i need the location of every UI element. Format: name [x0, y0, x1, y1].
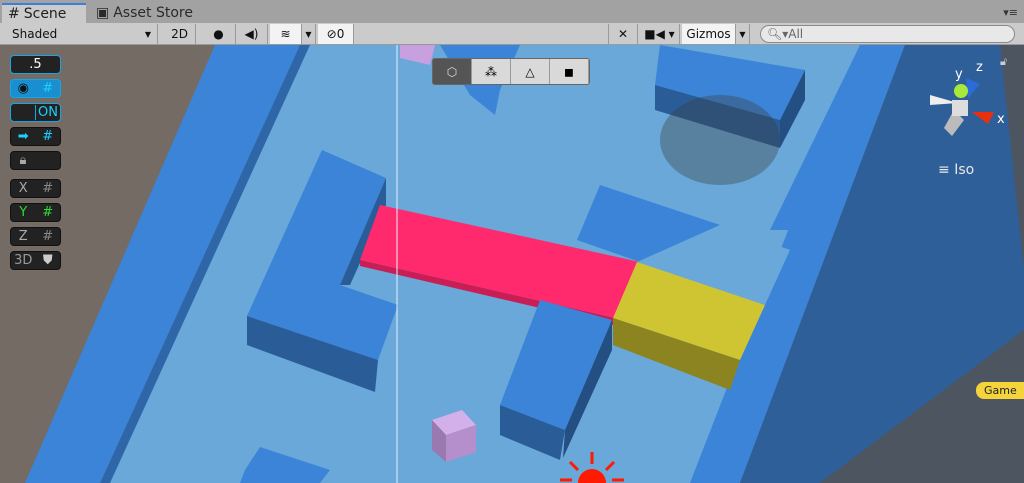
move-grid-toggle[interactable]: ➡ # — [10, 127, 61, 146]
speaker-icon: ◀) — [244, 27, 259, 41]
layers-icon: ≋ — [280, 27, 291, 41]
tab-scene[interactable]: # Scene — [2, 3, 86, 23]
grid-icon: # — [42, 205, 54, 220]
game-object-label[interactable]: Game — [976, 382, 1024, 399]
grid-icon: # — [42, 129, 54, 144]
audio-toggle[interactable]: ◀) — [236, 24, 268, 44]
edge-tool[interactable]: △ — [511, 59, 550, 84]
cube-tool[interactable]: ⬡ — [433, 59, 472, 84]
tab-asset-store[interactable]: ▣ Asset Store — [90, 3, 199, 23]
shield-icon: ⛊ — [42, 253, 53, 268]
gizmo-z-label: z — [976, 60, 983, 75]
triangle-icon: △ — [525, 64, 535, 79]
snap-value-field[interactable]: .5 — [10, 55, 61, 74]
search-icon: 🔍︎▾ — [767, 27, 789, 41]
arrow-right-icon: ➡ — [17, 129, 29, 144]
store-icon: ▣ — [96, 5, 110, 21]
lock-icon: 🔒︎ — [19, 153, 27, 168]
effects-toggle[interactable]: ≋ — [270, 24, 302, 44]
grid-icon: # — [8, 6, 20, 22]
on-toggle[interactable]: ON — [10, 103, 61, 122]
face-icon: ◼ — [564, 64, 574, 79]
hidden-objects-toggle[interactable]: ⊘ 0 — [318, 24, 354, 44]
lock-toggle[interactable]: 🔒︎ — [10, 151, 61, 170]
x-grid-toggle[interactable]: X # — [10, 179, 61, 198]
grid-icon: # — [42, 181, 54, 196]
camera-icon: ■◀ ▾ — [644, 27, 675, 41]
vertices-icon: ⁂ — [485, 64, 497, 79]
projection-toggle[interactable]: ≡ Iso — [938, 162, 974, 178]
lightbulb-icon: ● — [213, 27, 224, 41]
gizmos-dropdown[interactable]: ▼ — [736, 24, 750, 44]
cube-icon: ⬡ — [446, 64, 458, 79]
scene-toolbar: Shaded ▼ 2D ● ◀) ≋ ▼ ⊘ 0 ✕ ■◀ ▾ Gizmos ▼ 🔍… — [0, 23, 1024, 45]
z-grid-toggle[interactable]: Z # — [10, 227, 61, 246]
tools-button[interactable]: ✕ — [608, 24, 638, 44]
wrench-icon: ✕ — [617, 27, 629, 41]
eye-icon: ◉ — [17, 81, 29, 96]
search-input[interactable]: 🔍︎▾ All — [760, 25, 1015, 43]
shading-mode-dropdown[interactable]: Shaded ▼ — [6, 24, 158, 44]
gizmo-y-label: y — [955, 67, 963, 82]
grid-icon: # — [42, 81, 54, 96]
3d-toggle[interactable]: 3D ⛊ — [10, 251, 61, 270]
2d-toggle[interactable]: 2D — [164, 24, 196, 44]
y-grid-toggle[interactable]: Y # — [10, 203, 61, 222]
lock-icon[interactable]: 🔓︎ — [1000, 55, 1007, 69]
scene-geometry — [0, 45, 1024, 483]
camera-dropdown[interactable]: ■◀ ▾ — [640, 24, 680, 44]
visibility-grid-toggle[interactable]: ◉ # — [10, 79, 61, 98]
lighting-toggle[interactable]: ● — [202, 24, 236, 44]
chevron-down-icon: ▼ — [144, 29, 151, 39]
edit-tools: ⬡ ⁂ △ ◼ — [432, 58, 590, 85]
grid-icon: # — [42, 229, 54, 244]
menu-icon: ≡ — [938, 162, 950, 178]
scene-view[interactable]: .5 ◉ # ON ➡ # 🔒︎ X # Y # Z # 3D ⛊ ⬡ ⁂ △ ◼ y z … — [0, 45, 1024, 483]
eye-slash-icon: ⊘ — [326, 27, 337, 41]
tab-bar: # Scene ▣ Asset Store ▾≡ — [0, 0, 1024, 23]
effects-dropdown[interactable]: ▼ — [302, 24, 316, 44]
vertex-tool[interactable]: ⁂ — [472, 59, 511, 84]
face-tool[interactable]: ◼ — [550, 59, 589, 84]
gizmos-button[interactable]: Gizmos — [682, 24, 736, 44]
gizmo-x-label: x — [997, 112, 1005, 127]
tab-menu-icon[interactable]: ▾≡ — [1003, 6, 1018, 19]
